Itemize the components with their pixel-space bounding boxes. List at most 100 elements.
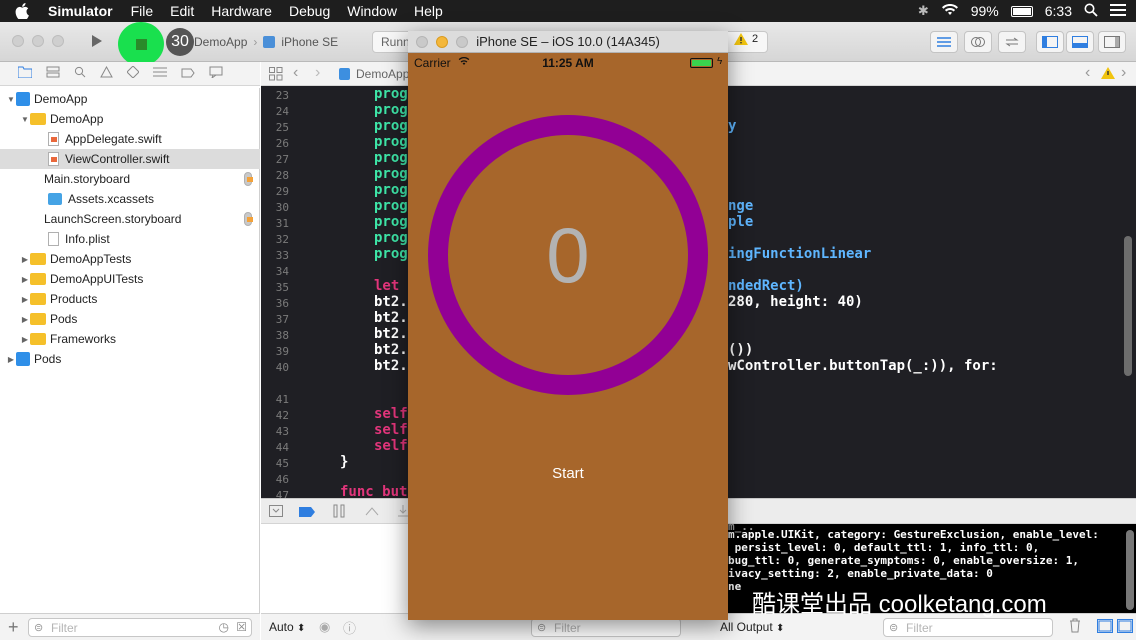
- debug-navigator-icon[interactable]: [153, 66, 167, 81]
- console-line: bug_ttl: 0, generate_symptoms: 0, enable…: [728, 554, 1079, 567]
- scm-status-icon[interactable]: ☒: [236, 620, 247, 634]
- menu-file[interactable]: File: [131, 3, 154, 19]
- trash-icon[interactable]: [1069, 618, 1081, 636]
- disclosure-triangle-icon[interactable]: ▶: [20, 255, 30, 264]
- menu-hardware[interactable]: Hardware: [211, 3, 272, 19]
- eye-icon[interactable]: ◉: [319, 619, 330, 635]
- notification-center-icon[interactable]: [1110, 3, 1126, 19]
- sim-minimize-button[interactable]: [436, 36, 448, 48]
- window-zoom-button[interactable]: [52, 35, 64, 47]
- navigator-row[interactable]: ▶ DemoAppUITests: [0, 269, 260, 289]
- navigator-row[interactable]: ▶ Pods: [0, 309, 260, 329]
- navigator-row[interactable]: ▶ DemoAppTests: [0, 249, 260, 269]
- related-items-icon[interactable]: [269, 67, 283, 84]
- toggle-debug-area-button[interactable]: [1066, 31, 1094, 53]
- hide-debug-area-icon[interactable]: [269, 505, 283, 520]
- standard-editor-button[interactable]: [930, 31, 958, 53]
- breakpoints-toggle-icon[interactable]: [299, 506, 315, 520]
- navigator-row-label: DemoApp: [50, 112, 104, 126]
- show-console-icon[interactable]: [1117, 619, 1133, 636]
- find-navigator-icon[interactable]: [74, 66, 86, 81]
- line-number: 30: [275, 201, 289, 214]
- disclosure-triangle-icon[interactable]: ▼: [20, 115, 30, 124]
- navigator-row-label: Main.storyboard: [44, 172, 131, 186]
- recent-files-icon[interactable]: ◷: [219, 620, 229, 634]
- variables-filter-field[interactable]: ⊜ Filter: [531, 618, 681, 637]
- navigator-row[interactable]: AppDelegate.swift: [0, 129, 260, 149]
- navigator-row[interactable]: Main.storyboard: [0, 169, 260, 189]
- code-token: self: [374, 406, 408, 422]
- jumpbar-forward-icon[interactable]: ›: [1121, 64, 1126, 82]
- apple-logo-icon[interactable]: [14, 3, 30, 19]
- window-minimize-button[interactable]: [32, 35, 44, 47]
- assistant-editor-button[interactable]: [964, 31, 992, 53]
- symbol-navigator-icon[interactable]: [46, 66, 60, 81]
- navigator-row[interactable]: LaunchScreen.storyboard: [0, 209, 260, 229]
- report-navigator-icon[interactable]: [209, 66, 223, 81]
- toggle-utilities-button[interactable]: [1098, 31, 1126, 53]
- issue-navigator-icon[interactable]: [100, 65, 113, 81]
- toggle-navigator-button[interactable]: [1036, 31, 1064, 53]
- disclosure-triangle-icon[interactable]: ▼: [6, 95, 16, 104]
- show-variables-icon[interactable]: [1097, 619, 1113, 636]
- sim-close-button[interactable]: [416, 36, 428, 48]
- menu-window[interactable]: Window: [347, 3, 397, 19]
- jumpbar-warning-icon[interactable]: [1101, 67, 1115, 82]
- navigator-row[interactable]: Info.plist: [0, 229, 260, 249]
- navigator-row[interactable]: ▼ DemoApp: [0, 89, 260, 109]
- jumpbar-file-label[interactable]: DemoApp: [356, 67, 409, 81]
- clock-time[interactable]: 6:33: [1045, 3, 1072, 19]
- disclosure-triangle-icon[interactable]: ▶: [20, 275, 30, 284]
- warnings-indicator[interactable]: 2: [734, 33, 758, 45]
- auto-variables-selector[interactable]: Auto ⬍: [269, 620, 305, 634]
- test-navigator-icon[interactable]: [126, 65, 140, 81]
- iphone-screen[interactable]: Carrier 11:25 AM ϟ 0 Start: [408, 53, 728, 620]
- menu-app-name[interactable]: Simulator: [48, 3, 113, 19]
- navigator-filter-field[interactable]: ⊜ Filter ◷ ☒: [28, 618, 252, 637]
- bluetooth-icon[interactable]: ✱: [918, 3, 929, 19]
- disclosure-triangle-icon[interactable]: ▶: [6, 355, 16, 364]
- menu-edit[interactable]: Edit: [170, 3, 194, 19]
- wifi-icon[interactable]: [941, 3, 959, 20]
- spotlight-search-icon[interactable]: [1084, 3, 1098, 20]
- version-editor-button[interactable]: [998, 31, 1026, 53]
- breakpoint-navigator-icon[interactable]: [181, 67, 195, 81]
- simulator-title-bar[interactable]: iPhone SE – iOS 10.0 (14A345): [408, 31, 728, 53]
- back-chevron-icon[interactable]: ‹: [293, 64, 298, 82]
- menu-debug[interactable]: Debug: [289, 3, 330, 19]
- add-icon[interactable]: +: [8, 617, 19, 638]
- line-number: 27: [275, 153, 289, 166]
- battery-percent[interactable]: 99%: [971, 3, 999, 19]
- console-scrollbar[interactable]: [1126, 530, 1134, 610]
- navigator-row[interactable]: ▶ Products: [0, 289, 260, 309]
- forward-chevron-icon[interactable]: ›: [315, 64, 320, 82]
- code-token: wController.buttonTap(_:)), for:: [728, 358, 998, 374]
- console-filter-field[interactable]: ⊜ Filter: [883, 618, 1053, 637]
- line-number: 38: [275, 329, 289, 342]
- disclosure-triangle-icon[interactable]: ▶: [20, 295, 30, 304]
- simulator-window[interactable]: iPhone SE – iOS 10.0 (14A345) Carrier 11…: [408, 31, 728, 620]
- all-output-selector[interactable]: All Output ⬍: [720, 620, 784, 634]
- navigator-row[interactable]: Assets.xcassets: [0, 189, 260, 209]
- project-navigator-icon[interactable]: [17, 66, 33, 81]
- code-token: bt2.: [374, 326, 408, 342]
- navigator-row[interactable]: ViewController.swift: [0, 149, 260, 169]
- editor-scrollbar[interactable]: [1124, 236, 1132, 376]
- info-icon[interactable]: ⓘ: [343, 618, 356, 637]
- start-button[interactable]: Start: [408, 465, 728, 482]
- scheme-selector[interactable]: DemoApp › iPhone SE: [192, 32, 338, 52]
- stop-button[interactable]: [118, 22, 164, 66]
- run-button[interactable]: [84, 30, 110, 52]
- navigator-row[interactable]: ▶ Frameworks: [0, 329, 260, 349]
- disclosure-triangle-icon[interactable]: ▶: [20, 335, 30, 344]
- sim-zoom-button[interactable]: [456, 36, 468, 48]
- step-over-icon[interactable]: [365, 505, 379, 520]
- navigator-row[interactable]: ▶ Pods: [0, 349, 260, 369]
- jumpbar-back-icon[interactable]: ‹: [1085, 64, 1090, 82]
- menu-help[interactable]: Help: [414, 3, 443, 19]
- disclosure-triangle-icon[interactable]: ▶: [20, 315, 30, 324]
- navigator-row[interactable]: ▼ DemoApp: [0, 109, 260, 129]
- window-close-button[interactable]: [12, 35, 24, 47]
- pause-icon[interactable]: [333, 504, 345, 521]
- battery-icon[interactable]: [1010, 5, 1033, 17]
